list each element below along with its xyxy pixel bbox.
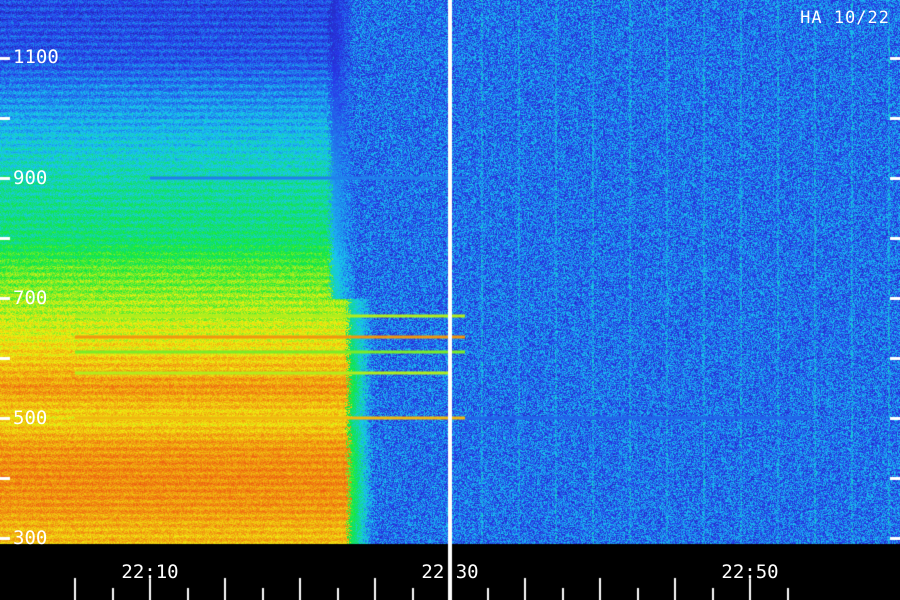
y-tick-label-900: 900 — [13, 167, 48, 189]
y-tick-label-500: 500 — [13, 407, 48, 429]
x-tick-label-2210: 22:10 — [121, 561, 179, 583]
y-tick-label-700: 700 — [13, 287, 48, 309]
x-tick-label-2230: 22:30 — [421, 561, 479, 583]
chart-title: HA 10/22 — [800, 8, 890, 28]
y-tick-label-300: 300 — [13, 527, 48, 549]
x-tick-label-2250: 22:50 — [721, 561, 779, 583]
spectrogram-canvas — [0, 0, 900, 600]
y-tick-label-1100: 1100 — [13, 46, 59, 68]
